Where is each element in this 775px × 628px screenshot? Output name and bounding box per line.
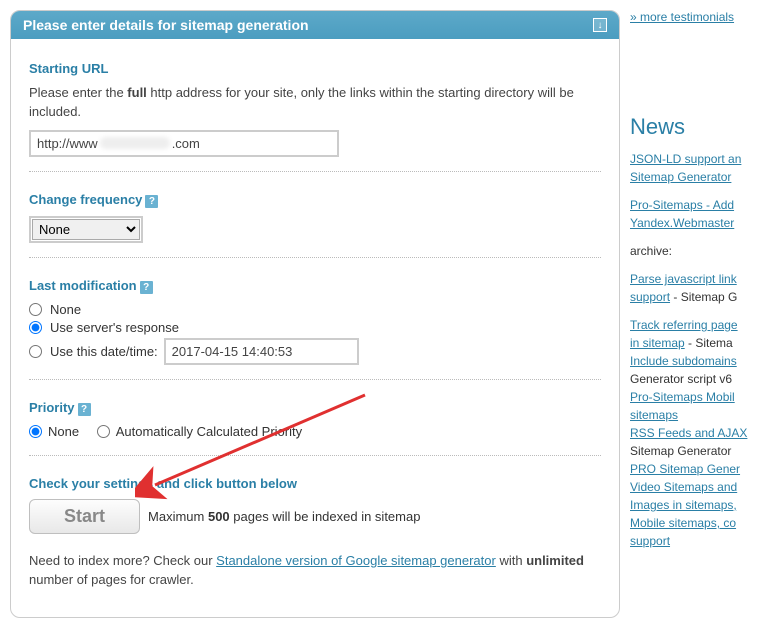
start-note: Maximum 500 pages will be indexed in sit…: [148, 509, 420, 524]
collapse-icon[interactable]: ↓: [593, 18, 607, 32]
news-link[interactable]: JSON-LD support an: [630, 152, 741, 166]
news-item: Pro-Sitemaps - Add Yandex.Webmaster: [630, 196, 775, 232]
lastmod-server-radio[interactable]: [29, 321, 42, 334]
news-link[interactable]: support: [630, 534, 670, 548]
standalone-link[interactable]: Standalone version of Google sitemap gen…: [216, 553, 496, 568]
news-link[interactable]: Parse javascript link: [630, 272, 737, 286]
check-title: Check your settings and click button bel…: [29, 476, 601, 491]
lastmod-date-label: Use this date/time:: [50, 344, 158, 359]
news-link[interactable]: Images in sitemaps,: [630, 498, 737, 512]
lastmod-none-radio[interactable]: [29, 303, 42, 316]
news-link[interactable]: Include subdomains: [630, 354, 737, 368]
news-link[interactable]: Sitemap Generator: [630, 170, 731, 184]
news-link[interactable]: Pro-Sitemaps - Add: [630, 198, 734, 212]
archive-label: archive:: [630, 242, 775, 260]
news-item: Track referring page in sitemap - Sitema…: [630, 316, 775, 550]
lastmod-date-input[interactable]: [164, 338, 359, 365]
help-icon[interactable]: ?: [78, 403, 91, 416]
change-freq-title: Change frequency?: [29, 192, 601, 208]
priority-auto-radio[interactable]: [97, 425, 110, 438]
last-mod-title: Last modification?: [29, 278, 601, 294]
lastmod-none-label: None: [50, 302, 81, 317]
panel-header: Please enter details for sitemap generat…: [11, 11, 619, 39]
start-button[interactable]: Start: [29, 499, 140, 534]
priority-options: None Automatically Calculated Priority: [29, 424, 601, 441]
divider: [29, 257, 601, 258]
divider: [29, 171, 601, 172]
news-link[interactable]: Yandex.Webmaster: [630, 216, 734, 230]
help-icon[interactable]: ?: [140, 281, 153, 294]
divider: [29, 379, 601, 380]
more-testimonials-link[interactable]: » more testimonials: [630, 10, 775, 24]
sitemap-form-panel: Please enter details for sitemap generat…: [10, 10, 620, 618]
news-link[interactable]: support: [630, 290, 670, 304]
starting-url-input[interactable]: http://www .com: [29, 130, 339, 157]
priority-title: Priority?: [29, 400, 601, 416]
priority-none-label: None: [48, 424, 79, 439]
redacted-domain: [100, 137, 170, 149]
lastmod-server-label: Use server's response: [50, 320, 179, 335]
sidebar: » more testimonials News JSON-LD support…: [620, 0, 775, 628]
news-link[interactable]: sitemaps: [630, 408, 678, 422]
news-item: JSON-LD support an Sitemap Generator: [630, 150, 775, 186]
divider: [29, 455, 601, 456]
more-info: Need to index more? Check our Standalone…: [29, 552, 601, 590]
news-link[interactable]: Video Sitemaps and: [630, 480, 737, 494]
news-link[interactable]: PRO Sitemap Gener: [630, 462, 740, 476]
lastmod-date-radio[interactable]: [29, 345, 42, 358]
news-link[interactable]: in sitemap: [630, 336, 685, 350]
change-freq-select[interactable]: None: [32, 219, 140, 240]
panel-title: Please enter details for sitemap generat…: [23, 17, 309, 33]
starting-url-title: Starting URL: [29, 61, 601, 76]
news-link[interactable]: Track referring page: [630, 318, 738, 332]
news-heading: News: [630, 114, 775, 140]
news-link[interactable]: Mobile sitemaps, co: [630, 516, 736, 530]
priority-auto-label: Automatically Calculated Priority: [116, 424, 302, 439]
news-link[interactable]: Pro-Sitemaps Mobil: [630, 390, 735, 404]
news-link[interactable]: RSS Feeds and AJAX: [630, 426, 747, 440]
starting-url-desc: Please enter the full http address for y…: [29, 84, 601, 122]
priority-none-radio[interactable]: [29, 425, 42, 438]
news-item: Parse javascript link support - Sitemap …: [630, 270, 775, 306]
help-icon[interactable]: ?: [145, 195, 158, 208]
